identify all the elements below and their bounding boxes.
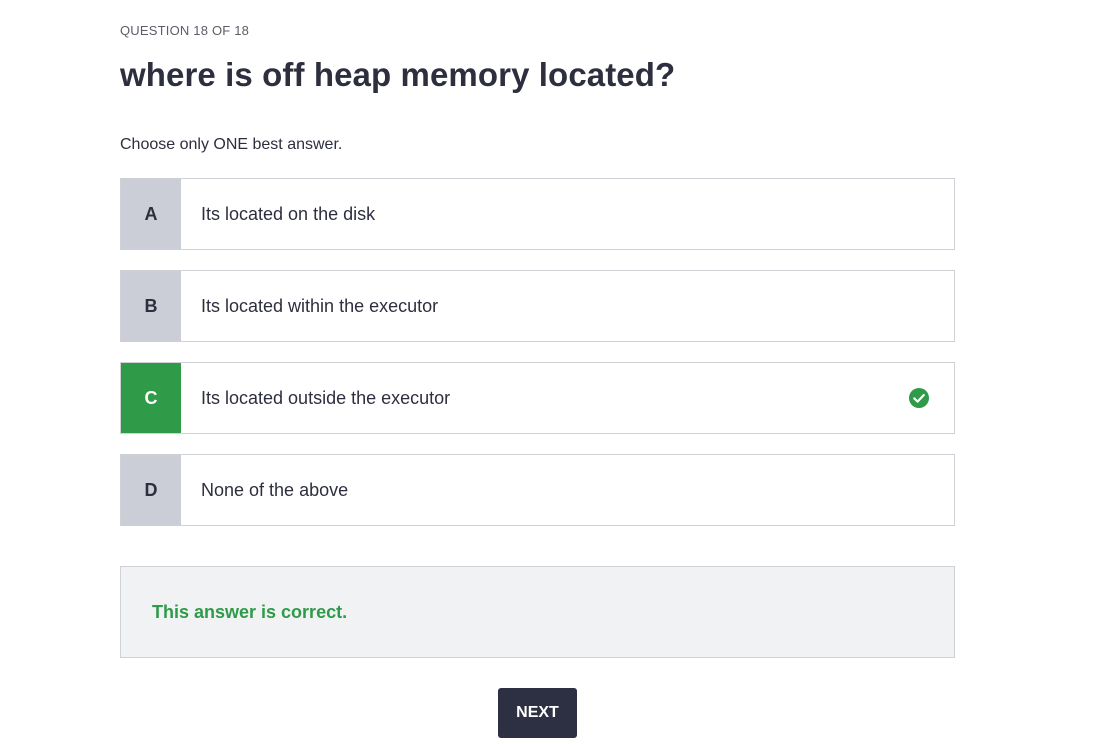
option-text: Its located within the executor: [201, 295, 439, 316]
option-text: None of the above: [201, 479, 349, 500]
option-letter: B: [121, 271, 181, 341]
check-circle-icon: [909, 388, 929, 408]
answer-option-b[interactable]: B Its located within the executor: [120, 270, 955, 342]
next-button[interactable]: NEXT: [498, 688, 577, 738]
option-letter: C: [121, 363, 181, 433]
answer-options: A Its located on the disk B Its located …: [120, 178, 955, 546]
answer-option-a[interactable]: A Its located on the disk: [120, 178, 955, 250]
option-text: Its located on the disk: [201, 203, 376, 224]
answer-instruction: Choose only ONE best answer.: [120, 136, 343, 153]
option-letter: A: [121, 179, 181, 249]
question-title: where is off heap memory located?: [120, 56, 676, 93]
option-text: Its located outside the executor: [201, 387, 451, 408]
feedback-panel: This answer is correct.: [120, 566, 955, 658]
question-counter: QUESTION 18 OF 18: [120, 23, 250, 38]
option-letter: D: [121, 455, 181, 525]
answer-option-c[interactable]: C Its located outside the executor: [120, 362, 955, 434]
feedback-message: This answer is correct.: [152, 601, 348, 622]
answer-option-d[interactable]: D None of the above: [120, 454, 955, 526]
